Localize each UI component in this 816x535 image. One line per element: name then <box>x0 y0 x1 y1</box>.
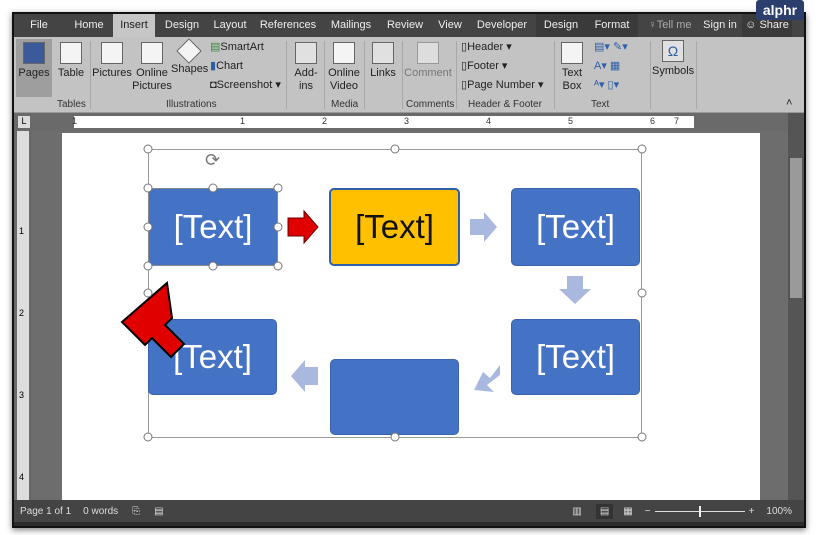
print-layout-icon[interactable]: ▤ <box>595 503 614 519</box>
word-count[interactable]: 0 words <box>83 506 118 517</box>
zoom-out-button[interactable]: − <box>645 506 651 517</box>
arrow-right <box>470 212 497 242</box>
zoom-slider[interactable] <box>654 505 745 517</box>
arrow-down <box>559 276 591 304</box>
web-layout-icon[interactable]: ▦ <box>623 506 632 517</box>
zoom-in-button[interactable]: + <box>749 506 755 517</box>
read-mode-icon[interactable]: ▥ <box>572 506 581 517</box>
status-bar: Page 1 of 1 0 words ⎘ ▤ ▥ ▤ ▦ − + 100% <box>14 500 804 522</box>
zoom-level[interactable]: 100% <box>766 506 792 517</box>
rotate-handle-icon: ⟳ <box>205 150 220 170</box>
arrow-left <box>291 360 318 392</box>
proofing-icon[interactable]: ⎘ <box>132 506 140 517</box>
pointer-arrow-icon <box>120 281 186 359</box>
smartart-arrows: ⟳ <box>120 144 647 442</box>
arrow-right-red <box>287 209 319 245</box>
arrow-down-left <box>474 365 500 392</box>
macro-icon[interactable]: ▤ <box>154 506 163 517</box>
page-count[interactable]: Page 1 of 1 <box>20 506 71 517</box>
